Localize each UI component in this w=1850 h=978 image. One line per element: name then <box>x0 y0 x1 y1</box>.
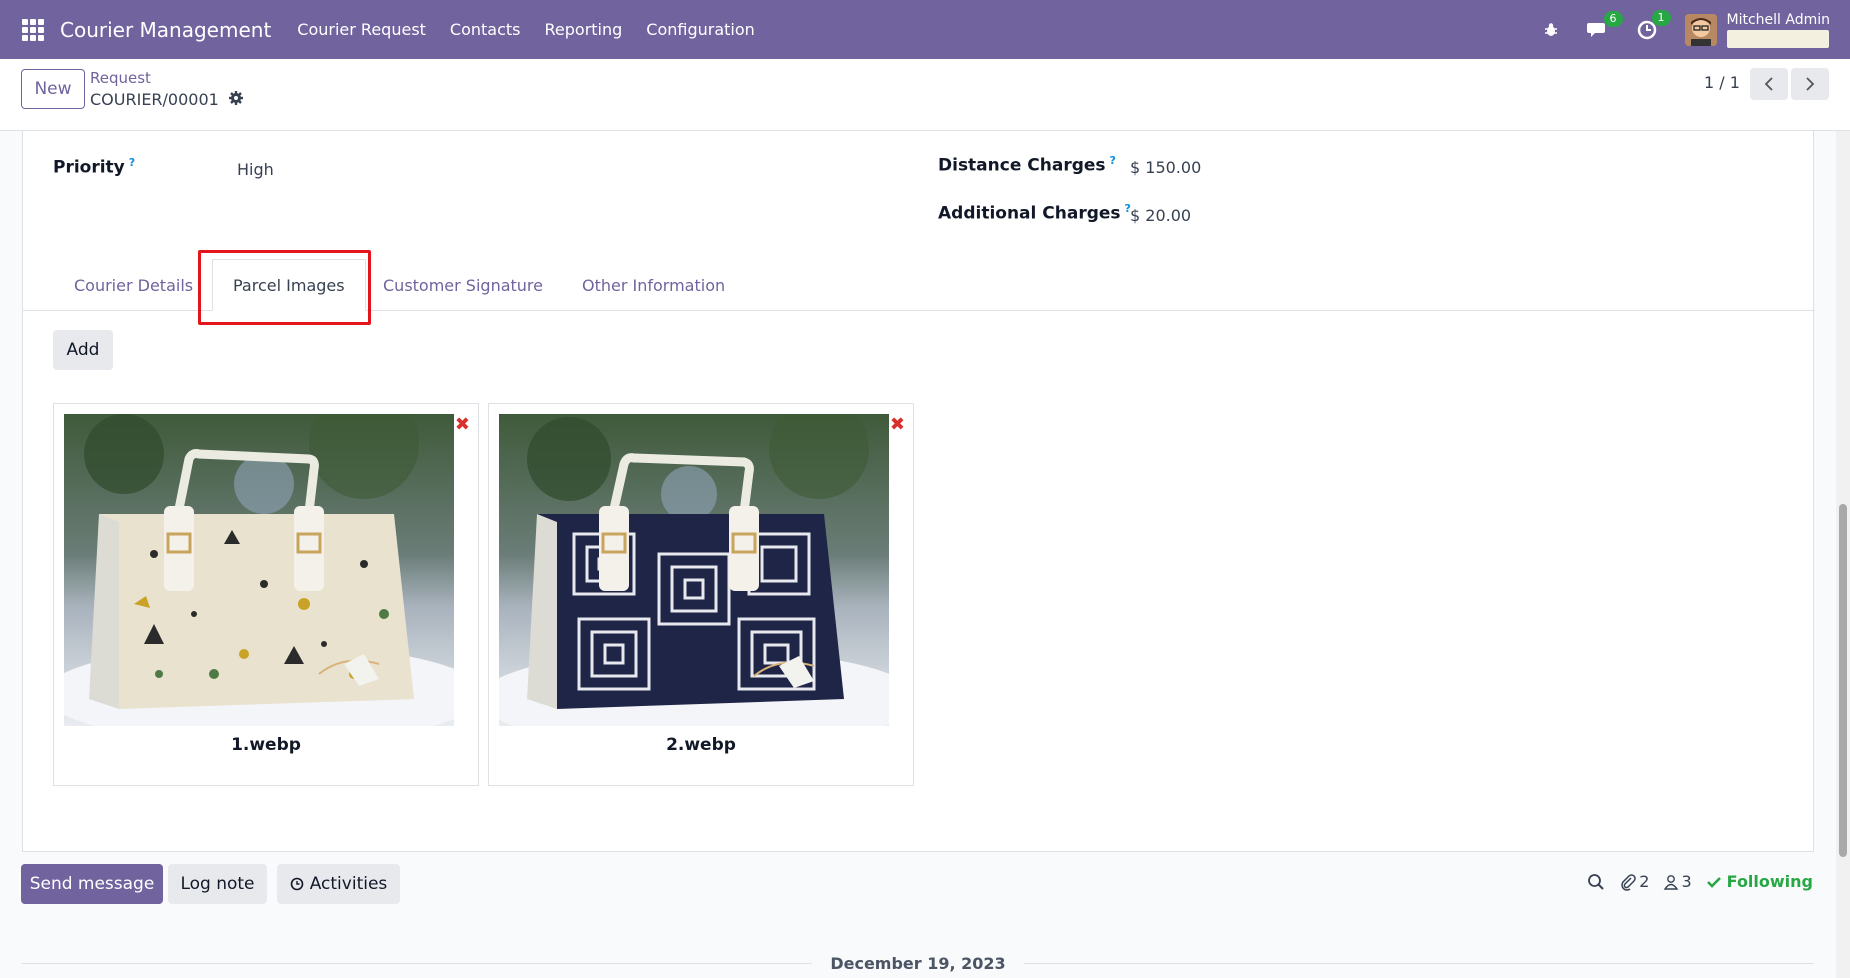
image-2-filename: 2.webp <box>666 735 736 755</box>
menu-contacts[interactable]: Contacts <box>450 20 521 39</box>
tab-courier-details[interactable]: Courier Details <box>74 259 193 311</box>
attachments-button[interactable]: 2 <box>1619 872 1649 891</box>
following-button[interactable]: Following <box>1706 872 1813 891</box>
top-navbar: Courier Management Courier Request Conta… <box>0 0 1850 59</box>
menu-configuration[interactable]: Configuration <box>646 20 755 39</box>
followers-count: 3 <box>1681 872 1692 891</box>
priority-help-icon[interactable]: ? <box>129 156 135 169</box>
image-1-filename: 1.webp <box>231 735 301 755</box>
form-sheet: Priority? High Distance Charges? $ 150.0… <box>22 131 1815 852</box>
parcel-image-card[interactable]: ✖ 2.webp <box>488 403 914 786</box>
distance-charges-value[interactable]: $ 150.00 <box>1130 158 1201 177</box>
remove-image-1-icon[interactable]: ✖ <box>455 416 470 434</box>
check-icon <box>1706 876 1721 888</box>
new-record-button[interactable]: New <box>21 69 85 109</box>
additional-charges-value[interactable]: $ 20.00 <box>1130 206 1191 225</box>
app-brand[interactable]: Courier Management <box>60 18 271 42</box>
tab-parcel-images[interactable]: Parcel Images <box>212 259 366 311</box>
page-scrollbar[interactable] <box>1836 131 1850 978</box>
user-icon <box>1664 874 1679 890</box>
apps-menu-icon[interactable] <box>22 18 44 41</box>
activities-label: Activities <box>309 874 388 894</box>
distance-help-icon[interactable]: ? <box>1110 154 1116 167</box>
distance-charges-label: Distance Charges? <box>938 154 1116 176</box>
clock-icon <box>290 877 304 891</box>
additional-charges-label: Additional Charges? <box>938 202 1131 224</box>
activities-button[interactable]: Activities <box>277 864 400 904</box>
priority-label: Priority? <box>53 156 136 178</box>
pager-value[interactable]: 1 / 1 <box>1704 73 1740 92</box>
send-message-button[interactable]: Send message <box>21 864 163 904</box>
database-name-box <box>1726 29 1829 48</box>
priority-value[interactable]: High <box>237 160 274 179</box>
scrollbar-thumb[interactable] <box>1839 504 1847 857</box>
menu-courier-request[interactable]: Courier Request <box>297 20 426 39</box>
parcel-image-2[interactable] <box>499 414 889 726</box>
parcel-image-1[interactable] <box>64 414 454 726</box>
remove-image-2-icon[interactable]: ✖ <box>890 416 905 434</box>
chevron-left-icon <box>1764 77 1773 91</box>
activities-clock-icon[interactable]: 1 <box>1637 9 1671 40</box>
user-avatar[interactable] <box>1684 13 1717 46</box>
menu-reporting[interactable]: Reporting <box>545 20 623 39</box>
add-image-button[interactable]: Add <box>53 330 113 370</box>
breadcrumb-request[interactable]: Request <box>90 69 151 87</box>
user-name[interactable]: Mitchell Admin <box>1727 12 1831 28</box>
attachments-count: 2 <box>1639 872 1650 891</box>
log-note-button[interactable]: Log note <box>168 864 267 904</box>
tab-customer-signature[interactable]: Customer Signature <box>383 259 543 311</box>
gear-icon[interactable] <box>228 90 244 110</box>
date-separator-label: December 19, 2023 <box>830 954 1006 973</box>
tab-other-information[interactable]: Other Information <box>582 259 725 311</box>
following-label: Following <box>1726 872 1813 891</box>
chatter-toolbar: 2 3 Following <box>1573 872 1813 891</box>
messages-icon[interactable]: 6 <box>1586 10 1623 39</box>
messages-count-badge: 6 <box>1603 10 1623 27</box>
debug-bug-icon[interactable] <box>1543 22 1559 38</box>
notebook-tabs: Courier Details Parcel Images Customer S… <box>23 259 1815 311</box>
control-panel: New Request COURIER/00001 1 / 1 <box>0 59 1850 131</box>
activities-count-badge: 1 <box>1651 9 1671 26</box>
search-icon[interactable] <box>1587 873 1605 891</box>
pager-previous-button[interactable] <box>1750 68 1788 100</box>
date-separator: December 19, 2023 <box>22 954 1815 973</box>
parcel-image-card[interactable]: ✖ 1.webp <box>53 403 479 786</box>
chevron-right-icon <box>1806 77 1815 91</box>
pager-next-button[interactable] <box>1791 68 1829 100</box>
followers-button[interactable]: 3 <box>1663 872 1692 891</box>
paperclip-icon <box>1621 873 1637 891</box>
record-name: COURIER/00001 <box>90 90 219 109</box>
